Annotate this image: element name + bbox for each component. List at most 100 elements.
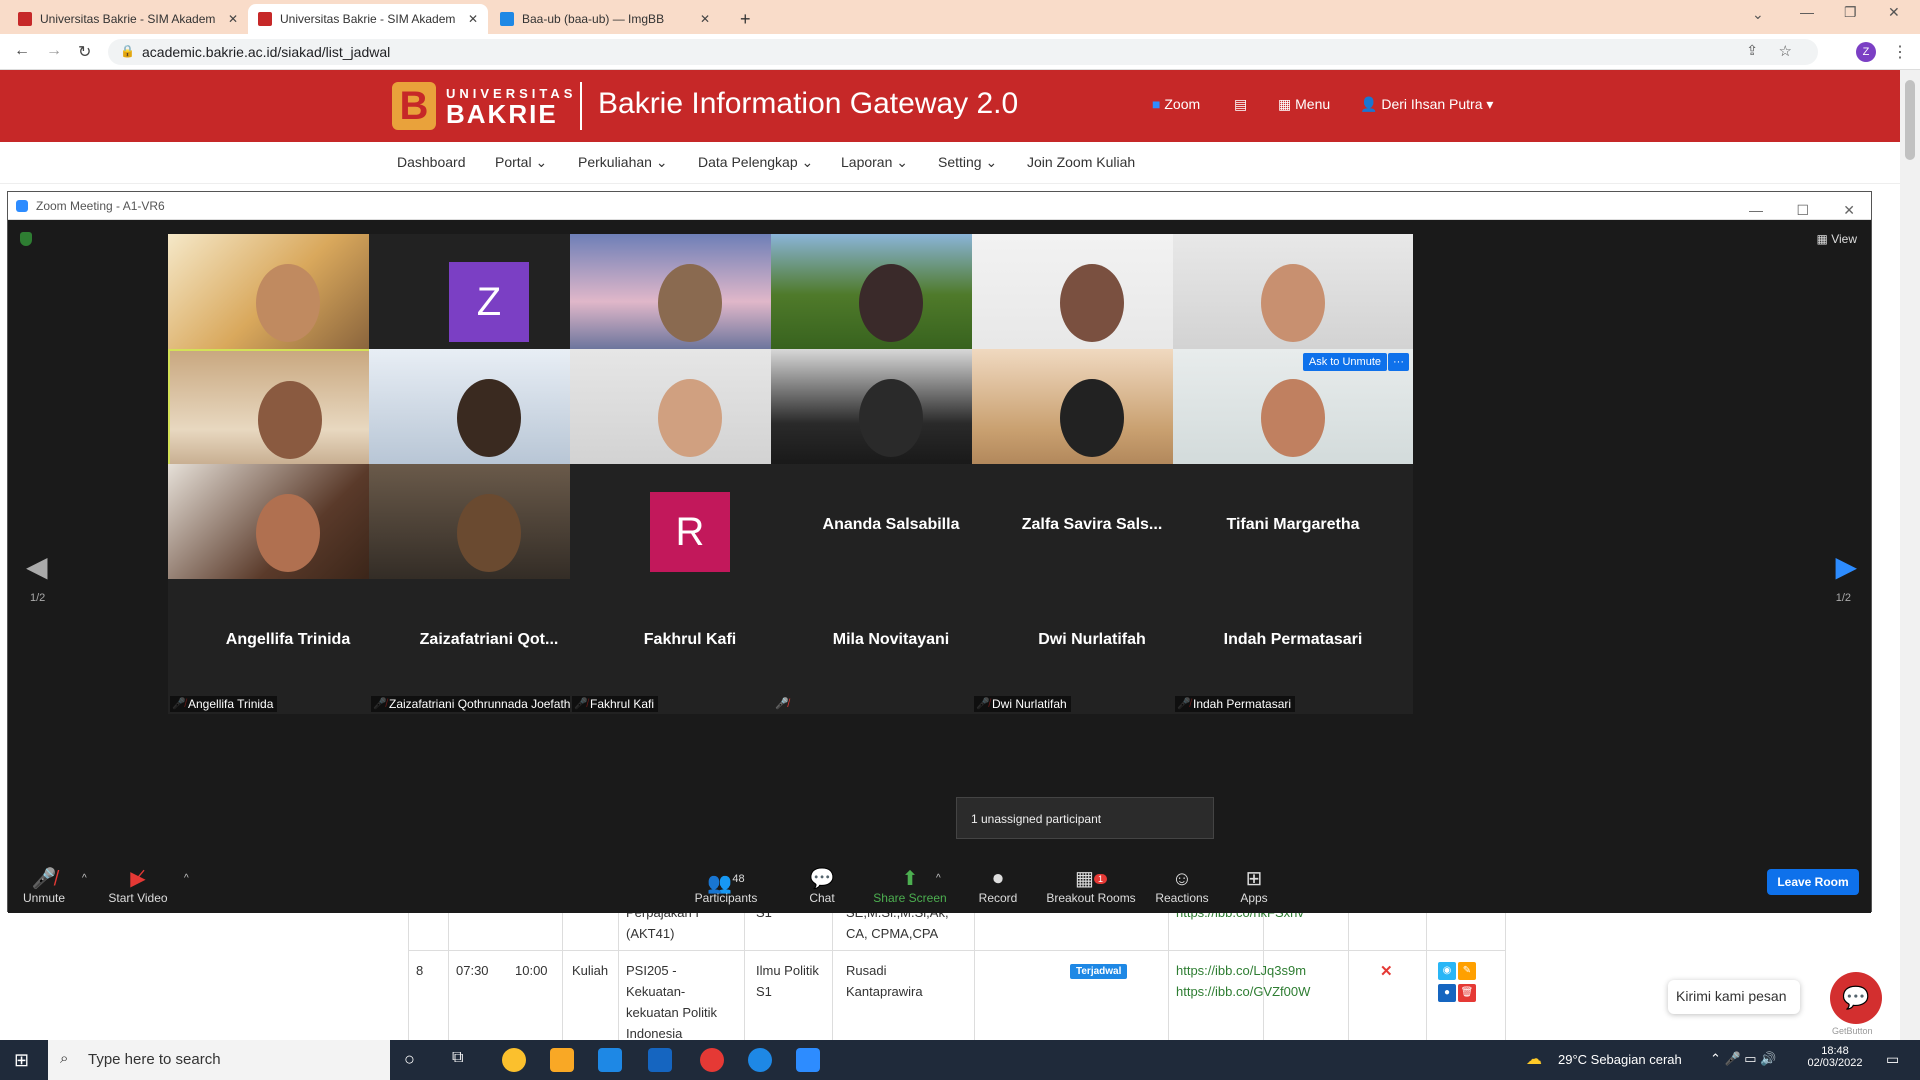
reload-icon[interactable]: ↻ — [78, 42, 91, 62]
delete-button[interactable]: 🗑 — [1458, 984, 1476, 1002]
restore-icon[interactable]: ❐ — [1844, 4, 1857, 21]
zoom-link[interactable]: ■ Zoom — [1152, 96, 1200, 112]
reactions-button[interactable]: ☺ Reactions — [1142, 867, 1222, 905]
document-icon[interactable]: ▤ — [1234, 96, 1247, 113]
notification-icon[interactable]: ▭ — [1886, 1051, 1899, 1068]
page-scrollbar[interactable] — [1900, 70, 1920, 1040]
profile-avatar[interactable]: Z — [1856, 42, 1876, 62]
row-divider — [408, 950, 1506, 951]
nav-data-pelengkap[interactable]: Data Pelengkap ⌄ — [698, 154, 813, 171]
video-options-caret-icon[interactable]: ^ — [184, 873, 189, 884]
zoom-close-icon[interactable]: ✕ — [1843, 196, 1855, 224]
bakrie-logo-icon[interactable]: B — [392, 82, 436, 130]
user-menu[interactable]: 👤 Deri Ihsan Putra ▾ — [1360, 96, 1493, 113]
taskbar-search-box[interactable]: ⌕ Type here to search — [48, 1040, 390, 1080]
next-page-arrow-icon[interactable]: ▶ — [1835, 550, 1857, 583]
mic-muted-icon: 🎤̸ — [31, 868, 57, 890]
browser-tab-bar: Universitas Bakrie - SIM Akadem ✕ Univer… — [0, 0, 1920, 34]
nav-laporan[interactable]: Laporan ⌄ — [841, 154, 908, 171]
forward-icon[interactable]: → — [46, 42, 62, 60]
scrollbar-thumb[interactable] — [1905, 80, 1915, 160]
nav-join-zoom[interactable]: Join Zoom Kuliah — [1027, 154, 1135, 170]
browser-menu-icon[interactable]: ⋮ — [1892, 42, 1908, 62]
participant-face — [1261, 379, 1325, 457]
button-label: Participants — [694, 891, 758, 905]
button-label: Unmute — [22, 891, 66, 905]
nav-portal[interactable]: Portal ⌄ — [495, 154, 547, 171]
breakout-rooms-button[interactable]: ▦ 1 Breakout Rooms — [1036, 867, 1146, 905]
store-icon[interactable] — [598, 1048, 622, 1072]
unmute-button[interactable]: 🎤̸ Unmute — [4, 867, 84, 905]
tab-title: Universitas Bakrie - SIM Akadem — [40, 12, 216, 26]
lock-icon[interactable]: 🔒 — [120, 44, 135, 58]
breakout-rooms-icon: ▦ 1 — [1036, 867, 1146, 891]
participant-face — [256, 494, 320, 572]
link-1[interactable]: https://ibb.co/LJq3s9m — [1176, 963, 1306, 978]
task-view-icon[interactable]: ⧉ — [452, 1049, 463, 1067]
bookmark-star-icon[interactable]: ☆ — [1779, 42, 1792, 60]
share-screen-button[interactable]: ⬆ Share Screen — [863, 867, 957, 905]
chat-widget-message[interactable]: Kirimi kami pesan — [1668, 980, 1800, 1014]
teamviewer-icon[interactable] — [748, 1048, 772, 1072]
link-2[interactable]: https://ibb.co/GVZf00W — [1176, 984, 1310, 999]
security-shield-icon[interactable] — [20, 232, 32, 246]
minimize-icon[interactable]: — — [1800, 4, 1814, 20]
share-options-caret-icon[interactable]: ^ — [936, 873, 941, 884]
row-no: 8 — [416, 963, 424, 978]
nav-setting[interactable]: Setting ⌄ — [938, 154, 997, 171]
close-tab-icon[interactable]: ✕ — [468, 12, 478, 26]
close-tab-icon[interactable]: ✕ — [228, 12, 238, 26]
participant-face — [457, 379, 521, 457]
browser-tab-3[interactable]: Baa-ub (baa-ub) — ImgBB ✕ — [490, 4, 720, 34]
clock[interactable]: 18:48 02/03/2022 — [1804, 1045, 1866, 1069]
user-button[interactable]: ● — [1438, 984, 1456, 1002]
tab-search-icon[interactable]: ⌄ — [1752, 6, 1764, 23]
unassigned-popup: 1 unassigned participant — [956, 797, 1214, 839]
ask-to-unmute-button[interactable]: Ask to Unmute — [1302, 353, 1387, 371]
mail-icon[interactable] — [648, 1048, 672, 1072]
view-button[interactable]: ▦ View — [1817, 232, 1857, 246]
participant-tile[interactable]: Indah Permatasari🎤̸Indah Permatasari — [1173, 579, 1413, 714]
new-tab-button[interactable]: + — [730, 4, 760, 34]
windows-taskbar: ⊞ ⌕ Type here to search ○ ⧉ ☁ 29°C Sebag… — [0, 1040, 1920, 1080]
start-video-button[interactable]: ▶̸ Start Video — [98, 867, 178, 905]
share-icon[interactable]: ⇪ — [1746, 42, 1758, 59]
tray-icons[interactable]: ⌃ 🎤 ▭ 🔊 — [1710, 1051, 1776, 1067]
leave-room-button[interactable]: Leave Room — [1767, 869, 1859, 895]
view-label: View — [1831, 232, 1857, 246]
prev-page-arrow-icon[interactable]: ◀ — [26, 550, 48, 583]
nav-label: Data Pelengkap — [698, 154, 798, 170]
row-type: Kuliah — [572, 963, 609, 978]
participant-display-name: Indah Permatasari — [1223, 631, 1363, 648]
weather-icon[interactable]: ☁ — [1526, 1049, 1542, 1069]
menu-link[interactable]: ▦ Menu — [1278, 96, 1330, 113]
chat-button[interactable]: 💬 Chat — [782, 867, 862, 905]
audio-options-caret-icon[interactable]: ^ — [82, 873, 87, 884]
participants-button[interactable]: 👥48 Participants — [676, 867, 776, 905]
weather-text[interactable]: 29°C Sebagian cerah — [1558, 1052, 1682, 1067]
chat-widget-button[interactable]: 💬 — [1830, 972, 1882, 1024]
record-button[interactable]: ⏺ Record — [958, 867, 1038, 905]
browser-tab-1[interactable]: Universitas Bakrie - SIM Akadem ✕ — [8, 4, 248, 34]
edit-button[interactable]: ✎ — [1458, 962, 1476, 980]
apps-button[interactable]: ⊞ Apps — [1214, 867, 1294, 905]
file-explorer-icon[interactable] — [550, 1048, 574, 1072]
more-options-icon[interactable]: ··· — [1388, 353, 1409, 371]
close-window-icon[interactable]: ✕ — [1888, 4, 1900, 21]
zoom-taskbar-icon[interactable] — [796, 1048, 820, 1072]
back-icon[interactable]: ← — [14, 42, 30, 60]
close-tab-icon[interactable]: ✕ — [700, 12, 710, 26]
zoom-maximize-icon[interactable]: ☐ — [1796, 196, 1809, 224]
chrome-active-icon[interactable] — [700, 1048, 724, 1072]
view-button[interactable]: ◉ — [1438, 962, 1456, 980]
text: Kantaprawira — [846, 984, 923, 999]
chrome-icon[interactable] — [502, 1048, 526, 1072]
nav-dashboard[interactable]: Dashboard — [397, 154, 466, 170]
nav-perkuliahan[interactable]: Perkuliahan ⌄ — [578, 154, 668, 171]
windows-start-icon[interactable]: ⊞ — [14, 1050, 29, 1071]
cortana-icon[interactable]: ○ — [404, 1049, 415, 1070]
browser-tab-2[interactable]: Universitas Bakrie - SIM Akadem ✕ — [248, 4, 488, 34]
url-field[interactable]: 🔒 academic.bakrie.ac.id/siakad/list_jadw… — [108, 39, 1818, 65]
zoom-minimize-icon[interactable]: — — [1749, 196, 1763, 224]
bakrie-logo-text[interactable]: UNIVERSITAS BAKRIE — [446, 86, 576, 127]
